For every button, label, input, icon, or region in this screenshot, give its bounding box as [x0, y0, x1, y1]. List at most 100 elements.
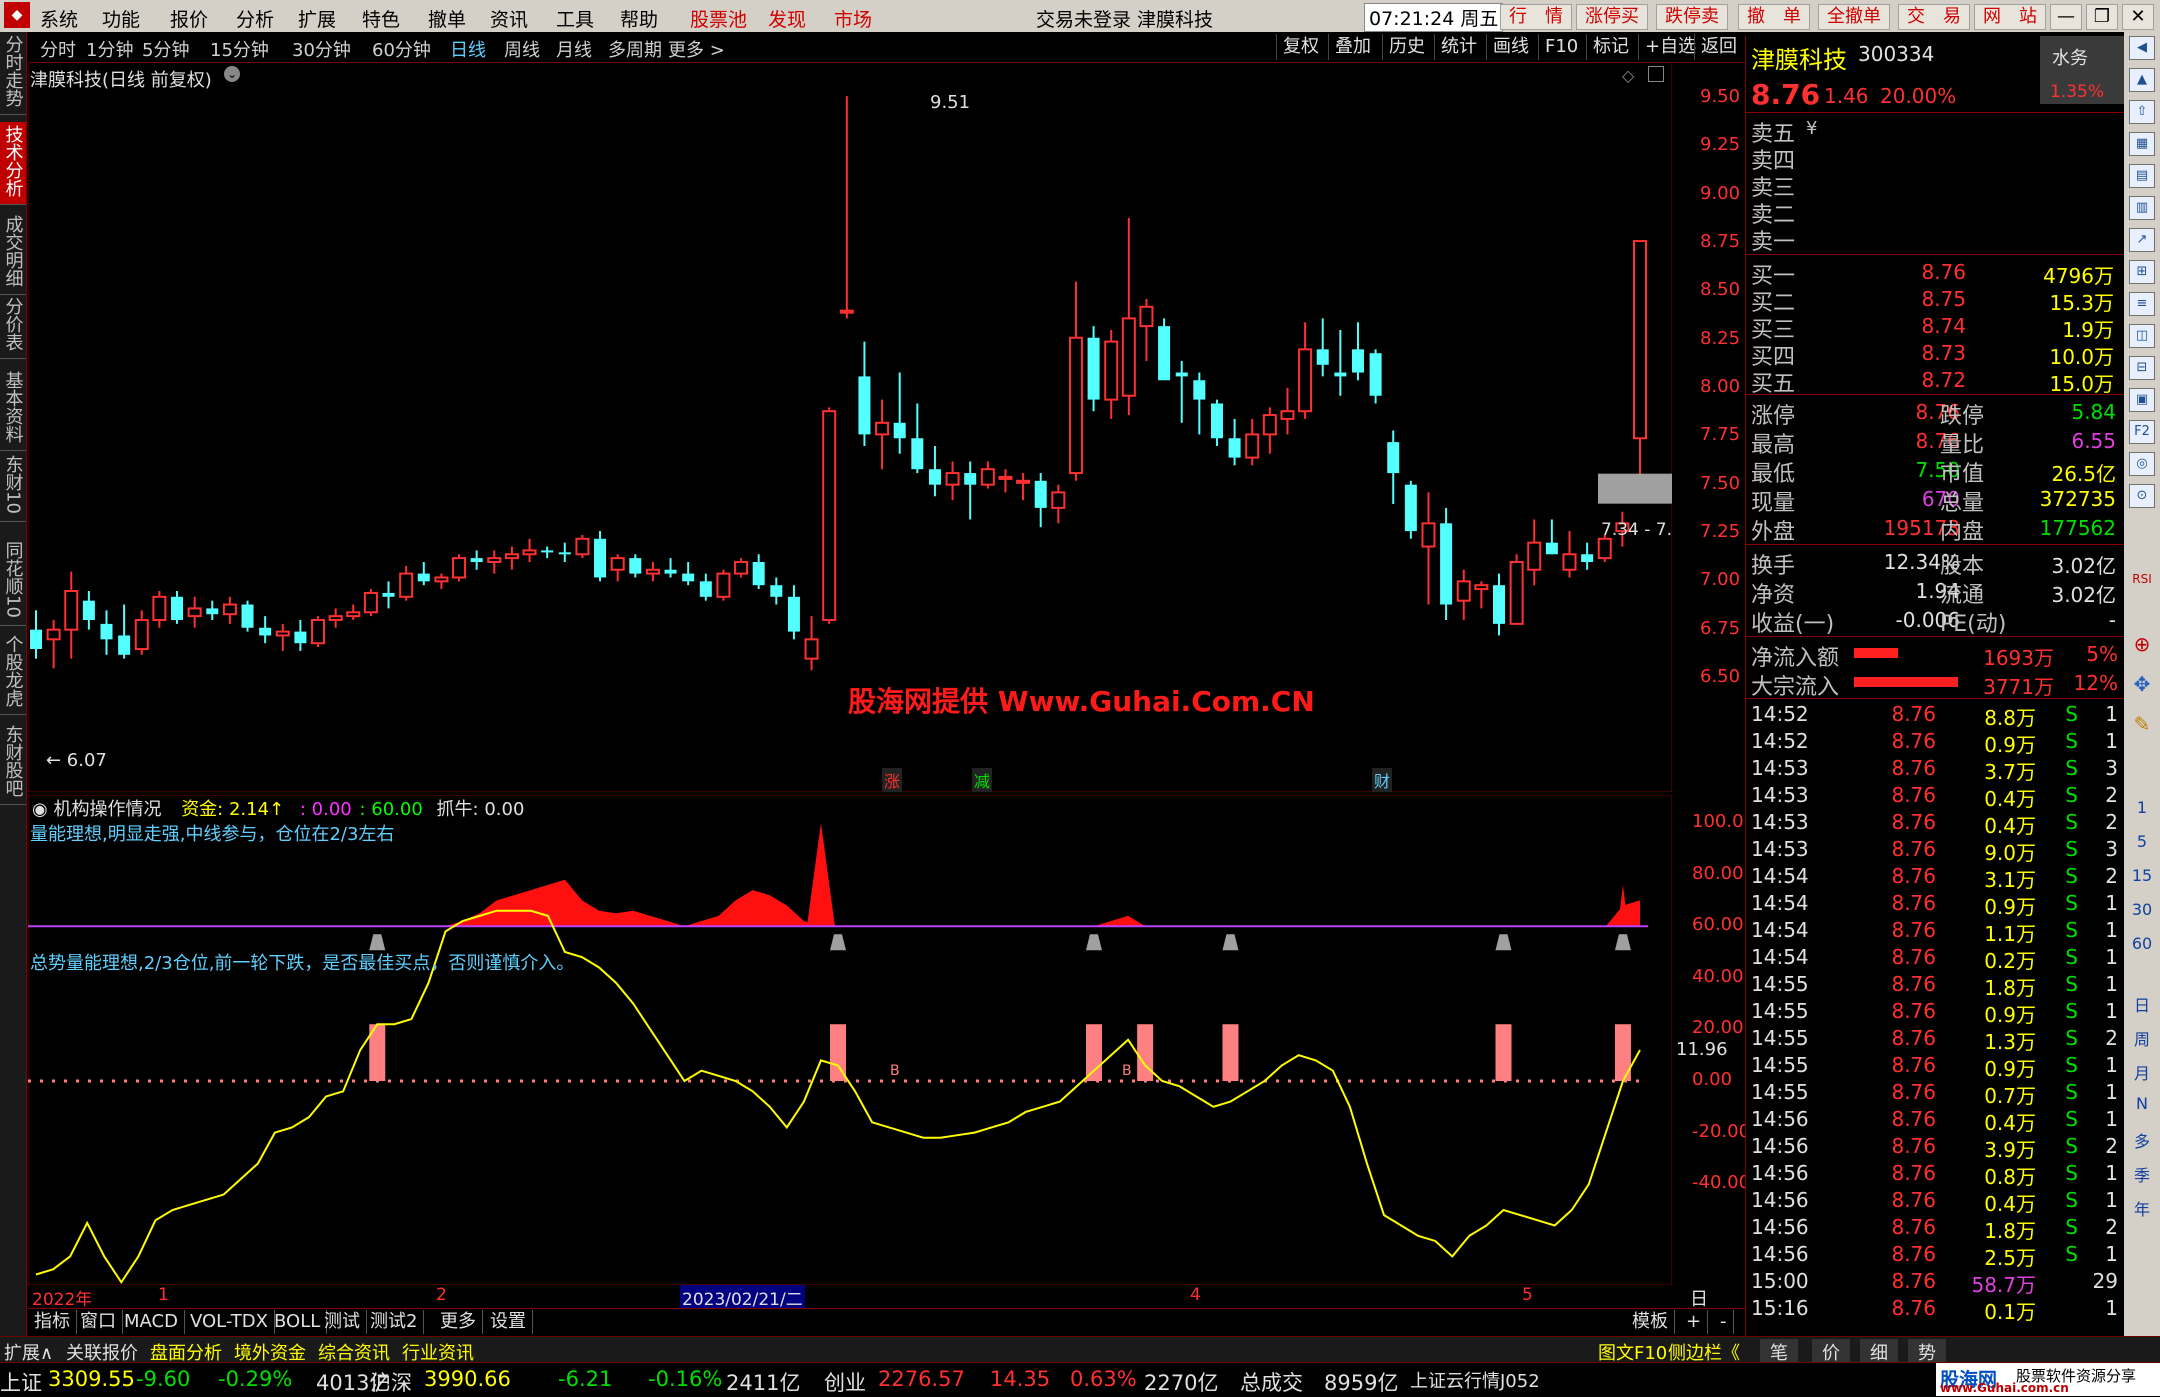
side-tool-icon[interactable]: ▦	[2129, 132, 2155, 156]
bottom-tab-7[interactable]: 更多	[434, 1310, 483, 1334]
menu-red-2[interactable]: 市场	[834, 5, 872, 32]
side-period-1[interactable]: 日	[2124, 992, 2160, 1016]
top-button-6[interactable]: 网 站	[1974, 4, 2046, 30]
restore-icon[interactable]: ❐	[2086, 4, 2118, 30]
bottom-tab-2[interactable]: MACD	[118, 1310, 185, 1334]
menu-0[interactable]: 系统	[40, 5, 78, 32]
side-tool-icon[interactable]: ◀	[2129, 36, 2155, 60]
top-button-4[interactable]: 全撤单	[1818, 4, 1890, 30]
side-period-12[interactable]: 60	[2124, 934, 2160, 953]
side-action-icon[interactable]: ✥	[2124, 672, 2160, 696]
minimize-icon[interactable]: —	[2050, 4, 2082, 30]
left-tab-0[interactable]: 分时走势	[0, 32, 26, 115]
side-period-8[interactable]: 1	[2124, 798, 2160, 817]
top-button-3[interactable]: 撤 单	[1738, 4, 1810, 30]
bottom-tab-0[interactable]: 指标	[28, 1310, 77, 1334]
side-tool-icon[interactable]: ⊞	[2129, 260, 2155, 284]
close-icon[interactable]: ✕	[2122, 4, 2154, 30]
side-tool-icon[interactable]: ▲	[2129, 68, 2155, 92]
period-2[interactable]: 5分钟	[142, 36, 189, 62]
bottom-tab-8[interactable]: 设置	[484, 1310, 533, 1334]
side-tool-icon[interactable]: ▤	[2129, 164, 2155, 188]
menu-7[interactable]: 资讯	[490, 5, 528, 32]
side-action-icon[interactable]: ⊕	[2124, 632, 2160, 656]
tool-2[interactable]: 历史	[1382, 34, 1431, 60]
tool-5[interactable]: F10	[1538, 34, 1584, 60]
tool-0[interactable]: 复权	[1276, 34, 1325, 60]
left-tab-1[interactable]: 技术分析	[0, 122, 26, 205]
tool-7[interactable]: +自选	[1638, 34, 1702, 60]
period-9[interactable]: 多周期	[608, 36, 662, 62]
left-tab-8[interactable]: 东财股吧	[0, 722, 26, 805]
period-3[interactable]: 15分钟	[210, 36, 269, 62]
bottom-tab-3[interactable]: VOL-TDX	[184, 1310, 275, 1334]
tool-6[interactable]: 标记	[1586, 34, 1635, 60]
diamond-icon[interactable]: ◇	[1622, 66, 1634, 85]
main-kline-chart[interactable]: 津膜科技(日线 前复权) ⌄ ◇ 股海网提供 Www.Guhai.Com.CN …	[28, 62, 1740, 792]
dropdown-icon[interactable]: ⌄	[224, 66, 240, 82]
indicator-chart[interactable]: ◉ 机构操作情况 资金: 2.14↑ : 0.00 : 60.00 抓牛: 0.…	[28, 795, 1750, 1336]
side-period-5[interactable]: 多	[2124, 1128, 2160, 1152]
menu-6[interactable]: 撤单	[428, 5, 466, 32]
side-period-2[interactable]: 周	[2124, 1026, 2160, 1050]
menu-red-0[interactable]: 股票池	[690, 5, 747, 32]
tool-8[interactable]: 返回	[1694, 34, 1743, 60]
top-button-1[interactable]: 涨停买	[1576, 4, 1648, 30]
side-period-10[interactable]: 15	[2124, 866, 2160, 885]
period-4[interactable]: 30分钟	[292, 36, 351, 62]
tool-3[interactable]: 统计	[1434, 34, 1483, 60]
side-tool-icon[interactable]: ⇧	[2129, 100, 2155, 124]
left-tab-5[interactable]: 东财10	[0, 452, 26, 522]
index-name[interactable]: 上证	[0, 1367, 42, 1397]
side-period-9[interactable]: 5	[2124, 832, 2160, 851]
side-tool-icon[interactable]: ⊟	[2129, 356, 2155, 380]
side-tool-icon[interactable]: F2	[2129, 420, 2155, 444]
side-tool-icon[interactable]: ▥	[2129, 196, 2155, 220]
period-1[interactable]: 1分钟	[86, 36, 133, 62]
left-tab-4[interactable]: 基本资料	[0, 368, 26, 451]
side-tool-icon[interactable]: ↗	[2129, 228, 2155, 252]
side-period-6[interactable]: 季	[2124, 1162, 2160, 1186]
index-name[interactable]: 创业	[824, 1367, 866, 1397]
bottom-right-2[interactable]: -	[1714, 1310, 1734, 1334]
side-action-icon[interactable]: ✎	[2124, 712, 2160, 736]
bottom-tab-5[interactable]: 测试	[318, 1310, 367, 1334]
menu-5[interactable]: 特色	[362, 5, 400, 32]
menu-3[interactable]: 分析	[236, 5, 274, 32]
tool-4[interactable]: 画线	[1486, 34, 1535, 60]
period-7[interactable]: 周线	[504, 36, 540, 62]
left-tab-2[interactable]: 成交明细	[0, 212, 26, 295]
tool-1[interactable]: 叠加	[1328, 34, 1377, 60]
menu-4[interactable]: 扩展	[298, 5, 336, 32]
bottom-right-1[interactable]: +	[1680, 1310, 1709, 1334]
period-5[interactable]: 60分钟	[372, 36, 431, 62]
top-button-5[interactable]: 交 易	[1898, 4, 1970, 30]
side-period-4[interactable]: N	[2124, 1094, 2160, 1113]
side-period-11[interactable]: 30	[2124, 900, 2160, 919]
side-tool-icon[interactable]: ◎	[2129, 452, 2155, 476]
side-tool-icon[interactable]: ▣	[2129, 388, 2155, 412]
menu-9[interactable]: 帮助	[620, 5, 658, 32]
menu-red-1[interactable]: 发现	[768, 5, 806, 32]
period-6[interactable]: 日线	[450, 36, 486, 62]
side-tool-icon[interactable]: ≡	[2129, 292, 2155, 316]
side-period-0[interactable]: RSI	[2124, 572, 2160, 586]
side-period-7[interactable]: 年	[2124, 1196, 2160, 1220]
period-0[interactable]: 分时	[40, 36, 76, 62]
menu-8[interactable]: 工具	[556, 5, 594, 32]
side-tool-icon[interactable]: ◫	[2129, 324, 2155, 348]
menu-1[interactable]: 功能	[102, 5, 140, 32]
menu-2[interactable]: 报价	[170, 5, 208, 32]
side-period-3[interactable]: 月	[2124, 1060, 2160, 1084]
indicator-collapse-icon[interactable]: ◉	[32, 799, 48, 820]
top-button-2[interactable]: 跌停卖	[1656, 4, 1728, 30]
left-tab-6[interactable]: 同花顺10	[0, 538, 26, 626]
left-tab-3[interactable]: 分价表	[0, 294, 26, 359]
bottom-right-0[interactable]: 模板	[1626, 1310, 1675, 1334]
bottom-tab-1[interactable]: 窗口	[74, 1310, 123, 1334]
top-button-0[interactable]: 行 情	[1500, 4, 1572, 30]
index-name[interactable]: 沪深	[370, 1367, 412, 1397]
side-tool-icon[interactable]: ⊙	[2129, 484, 2155, 508]
period-10[interactable]: 更多 >	[668, 36, 725, 62]
bottom-tab-6[interactable]: 测试2	[364, 1310, 425, 1334]
